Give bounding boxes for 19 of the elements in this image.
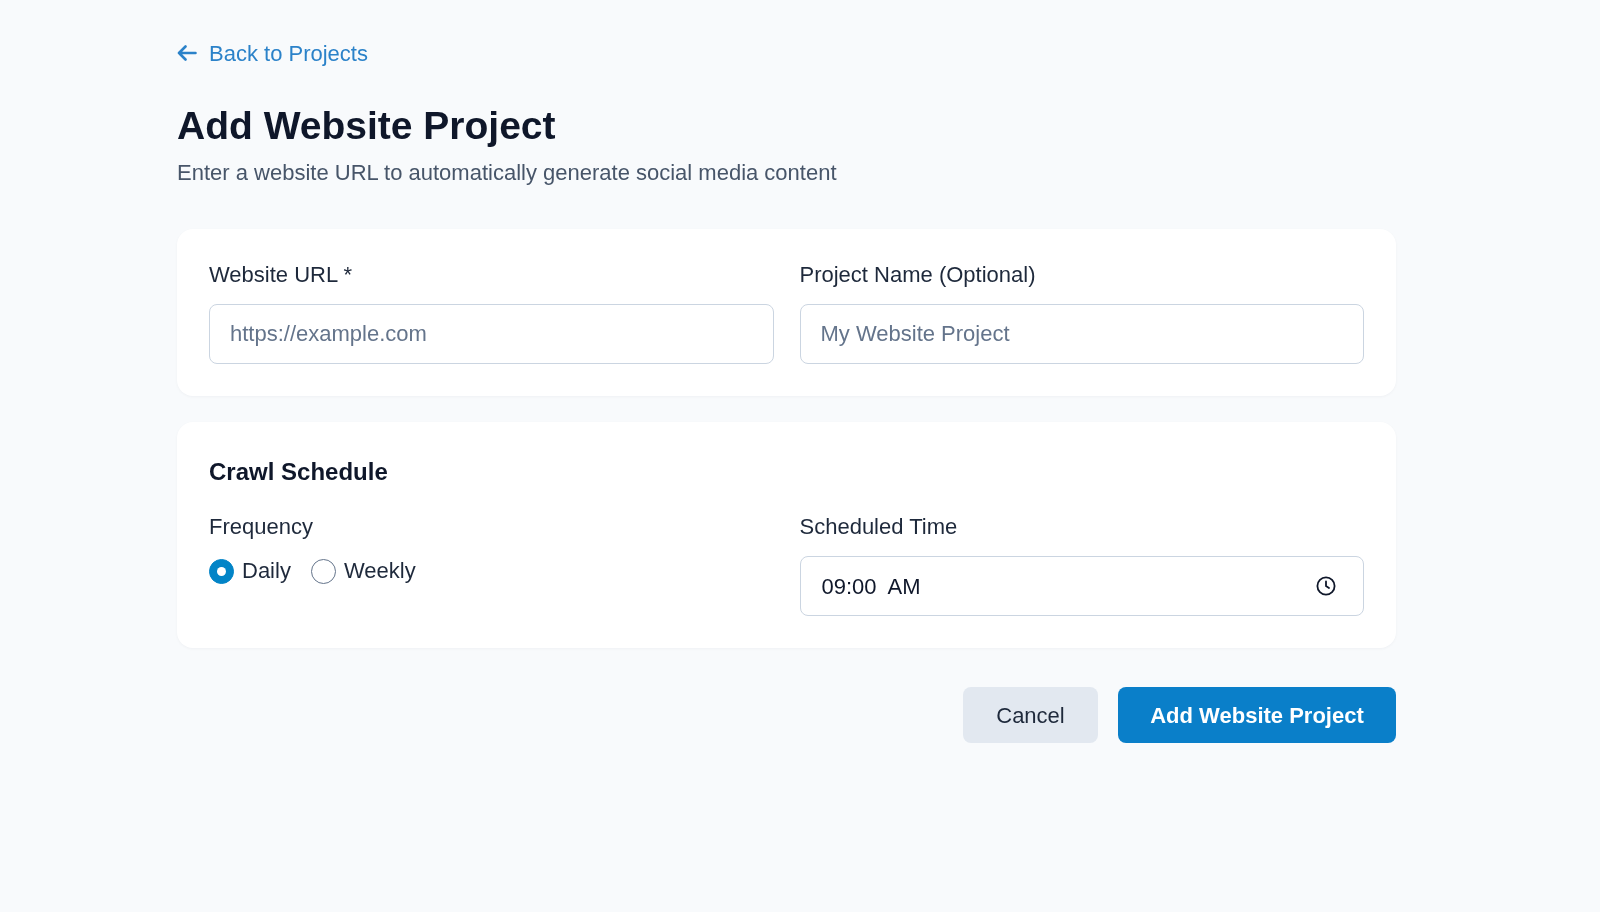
radio-button[interactable] xyxy=(209,558,234,584)
radio-button[interactable] xyxy=(310,558,336,584)
page-title: Add Website Project xyxy=(177,104,557,148)
clock-icon[interactable] xyxy=(1316,576,1336,596)
radio-label[interactable]: Weekly xyxy=(343,557,416,585)
radio-label[interactable]: Daily xyxy=(242,557,291,585)
field-label: Website URL * xyxy=(209,261,354,289)
field-label: Scheduled Time xyxy=(799,513,959,541)
section-title: Crawl Schedule xyxy=(209,457,389,487)
cancel-button[interactable]: Cancel xyxy=(963,687,1098,743)
field-label: Project Name (Optional) xyxy=(799,261,1037,289)
input-field[interactable]: https://example.com xyxy=(209,304,774,364)
input-field[interactable]: My Website Project xyxy=(799,304,1364,364)
arrow-left-icon xyxy=(177,45,197,61)
submit-button[interactable]: Add Website Project xyxy=(1118,687,1396,743)
page-subtitle: Enter a website URL to automatically generate social media content xyxy=(177,159,838,187)
back-link[interactable]: Back to Projects xyxy=(177,39,368,67)
field-label: Frequency xyxy=(209,513,314,541)
time-field[interactable]: 09:00 AM xyxy=(799,556,1364,616)
